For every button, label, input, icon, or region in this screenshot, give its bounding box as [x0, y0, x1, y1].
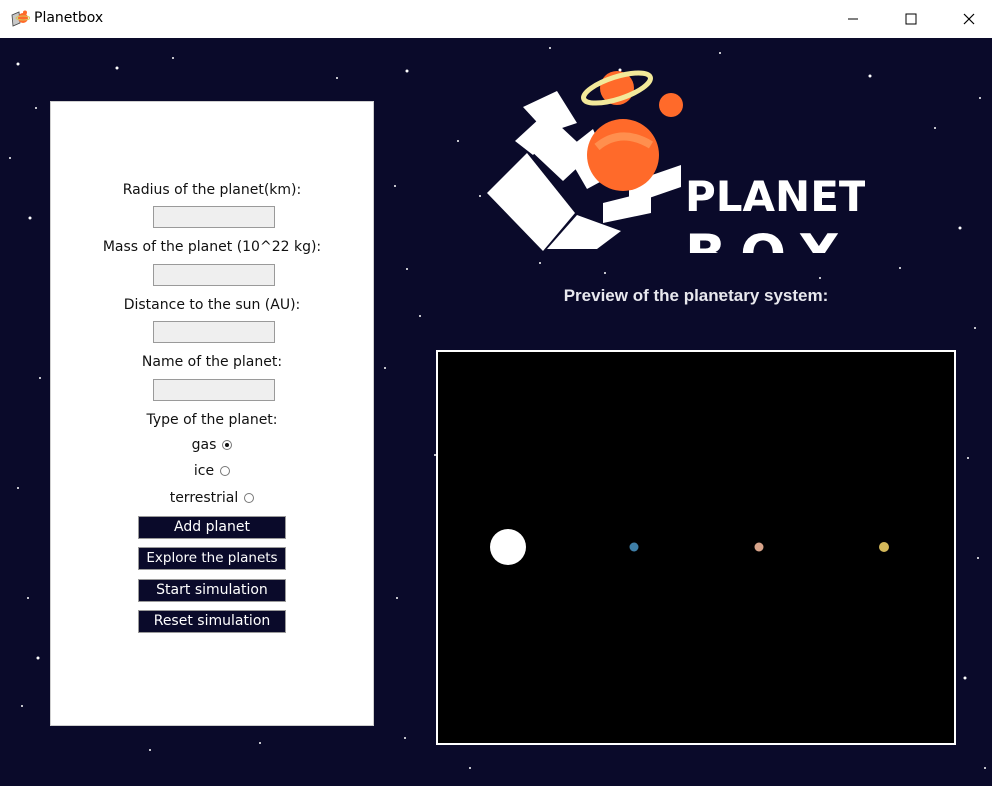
distance-input[interactable] [153, 321, 275, 343]
radius-label: Radius of the planet(km): [122, 182, 302, 198]
main-content: Radius of the planet(km): Mass of the pl… [0, 38, 992, 786]
window-title: Planetbox [34, 10, 104, 26]
planetbox-app-icon [11, 10, 30, 27]
start-simulation-button[interactable]: Start simulation [138, 579, 286, 602]
type-option-label: ice [193, 463, 215, 479]
type-option-terrestrial[interactable]: terrestrial [51, 490, 373, 506]
mass-label: Mass of the planet (10^22 kg): [102, 239, 322, 255]
radio-terrestrial[interactable] [244, 493, 255, 503]
distance-label: Distance to the sun (AU): [123, 297, 301, 313]
maximize-button[interactable] [882, 0, 940, 38]
minimize-icon [848, 18, 858, 20]
planet-3-body [879, 542, 889, 552]
logo-text-box: BOX [685, 223, 854, 253]
mass-input[interactable] [153, 264, 275, 286]
reset-simulation-button[interactable]: Reset simulation [138, 610, 286, 633]
preview-title: Preview of the planetary system: [563, 286, 829, 305]
type-label: Type of the planet: [146, 412, 278, 428]
name-label: Name of the planet: [141, 354, 283, 370]
add-planet-button[interactable]: Add planet [138, 516, 286, 539]
maximize-icon [905, 13, 917, 25]
type-option-label: terrestrial [169, 490, 239, 506]
close-icon [963, 13, 975, 25]
radio-ice[interactable] [220, 466, 231, 476]
radius-input[interactable] [153, 206, 275, 228]
type-option-label: gas [191, 437, 217, 453]
name-input[interactable] [153, 379, 275, 401]
type-option-ice[interactable]: ice [51, 463, 373, 479]
logo-text-planet: PLANET [685, 172, 865, 221]
planet-1-body [629, 542, 639, 552]
planetbox-logo: PLANET BOX [487, 70, 865, 253]
radio-gas[interactable] [222, 440, 233, 450]
explore-planets-button[interactable]: Explore the planets [138, 547, 286, 570]
title-bar: Planetbox [0, 0, 992, 38]
sun-body [490, 529, 526, 565]
close-button[interactable] [940, 0, 992, 38]
planet-2-body [754, 542, 764, 552]
planet-form-panel: Radius of the planet(km): Mass of the pl… [50, 101, 374, 726]
type-option-gas[interactable]: gas [51, 437, 373, 453]
minimize-button[interactable] [824, 0, 882, 38]
preview-drawing [490, 529, 889, 565]
planetary-preview-canvas [436, 350, 956, 745]
